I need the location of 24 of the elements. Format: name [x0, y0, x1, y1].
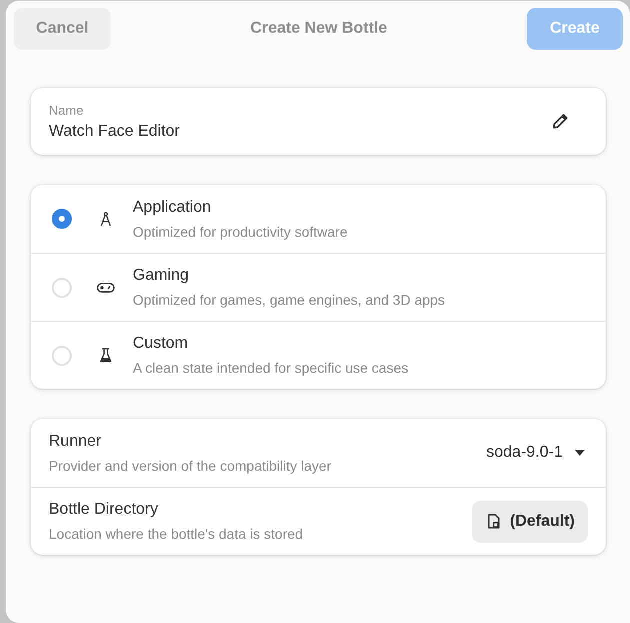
runner-dropdown[interactable]: soda-9.0-1	[486, 444, 588, 462]
option-title: Custom	[133, 334, 190, 353]
setting-title: Runner	[49, 432, 102, 450]
directory-button[interactable]: (Default)	[472, 500, 588, 542]
radio-button[interactable]	[52, 209, 72, 229]
caret-icon	[575, 450, 585, 456]
option-description: Optimized for productivity software	[133, 224, 349, 240]
option-title: Gaming	[133, 266, 190, 285]
gamepad-icon	[96, 282, 116, 292]
option-title: Application	[133, 198, 212, 216]
field-label: Name	[49, 102, 85, 118]
setting-title: Bottle Directory	[49, 500, 160, 519]
setting-description: Location where the bottle's data is stored	[49, 526, 304, 543]
environment-option[interactable]: Gaming Optimized for games, game engines, and 3D apps	[31, 253, 606, 321]
dialog-title: Create New Bottle	[250, 20, 388, 38]
environment-option[interactable]: Custom A clean state intended for specific use cases	[31, 321, 606, 389]
file-icon	[488, 514, 500, 529]
setting-description: Provider and version of the compatibility layer	[49, 458, 332, 474]
pencil-icon[interactable]	[553, 114, 568, 129]
option-description: A clean state intended for specific use cases	[133, 360, 410, 377]
name-field[interactable]: Name Watch Face Editor	[31, 88, 606, 155]
field-value: Watch Face Editor	[49, 122, 182, 140]
option-description: Optimized for games, game engines, and 3D apps	[133, 292, 446, 309]
environment-option[interactable]: Application Optimized for productivity software	[31, 185, 606, 253]
